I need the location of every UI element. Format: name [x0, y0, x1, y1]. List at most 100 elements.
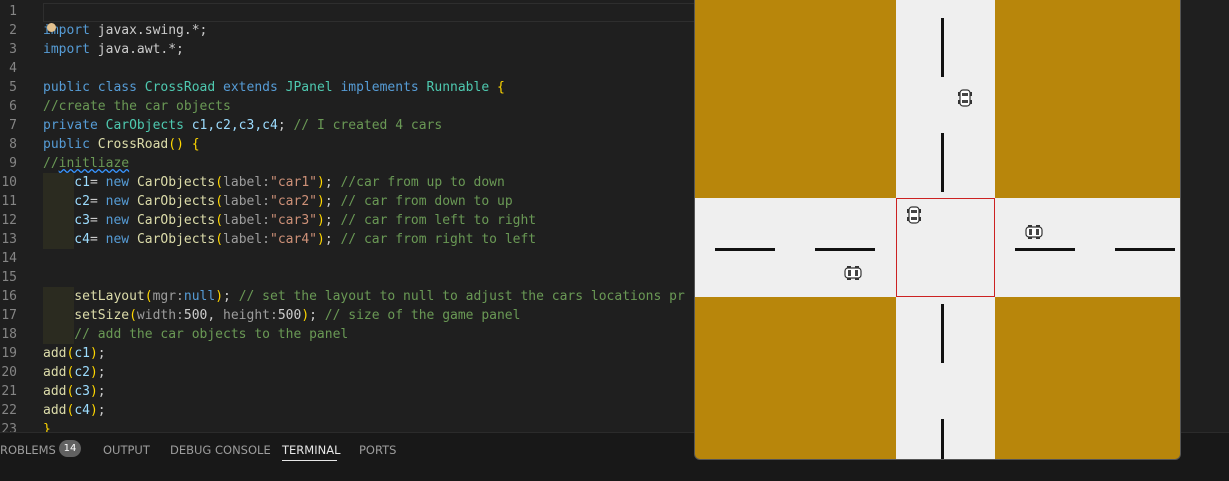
code-token: ) [89, 403, 98, 418]
line-number: 10 [1, 175, 17, 190]
code-token: = [89, 232, 106, 247]
code-token: //car from up to down [340, 175, 505, 190]
code-token: c4 [74, 403, 90, 418]
code-token: c4 [43, 232, 90, 247]
code-token: public [43, 137, 98, 152]
code-token: 500 [183, 308, 208, 323]
line-number: 16 [1, 289, 17, 304]
code-token: import [43, 42, 90, 57]
code-token: add [43, 365, 67, 380]
code-token: // set the layout to null to adjust the … [238, 289, 685, 304]
code-token: // I created 4 cars [293, 118, 443, 133]
code-text: add(c1); [43, 344, 106, 363]
car-icon [907, 206, 921, 224]
lane-dash [815, 248, 875, 251]
line-number: 1 [9, 4, 17, 19]
code-token: //create the car objects [43, 99, 231, 114]
code-token: c3 [74, 384, 90, 399]
line-number: 13 [1, 232, 17, 247]
code-token: CrossRoad [144, 80, 224, 95]
code-token: , [207, 308, 224, 323]
code-token: ; [97, 384, 106, 399]
code-token: ) [89, 365, 98, 380]
code-token: label: [223, 232, 271, 247]
lightbulb-icon[interactable] [47, 23, 56, 32]
line-number: 20 [1, 365, 17, 380]
code-token: // add the car objects to the panel [43, 327, 349, 342]
code-token: "car1" [270, 175, 317, 190]
code-text: import javax.swing.*; [43, 21, 207, 40]
code-token: CarObjects [136, 194, 216, 209]
code-token: ) [316, 232, 325, 247]
code-token: 500 [277, 308, 302, 323]
code-token: ; [97, 346, 106, 361]
code-token: c1 [74, 346, 90, 361]
code-token: c1 [43, 175, 90, 190]
lane-dash [941, 419, 944, 459]
code-token: private [43, 118, 106, 133]
code-token: ) [316, 175, 325, 190]
lane-dash [1115, 248, 1175, 251]
line-number: 15 [1, 270, 17, 285]
lane-dash [715, 248, 775, 251]
tab-ports[interactable]: PORTS [359, 443, 396, 457]
code-token: c3 [43, 213, 90, 228]
code-token: null [183, 289, 216, 304]
code-token: ; [324, 232, 341, 247]
code-token: ; [309, 308, 325, 323]
code-token: = [89, 194, 106, 209]
line-number: 22 [1, 403, 17, 418]
code-token: // car from left to right [340, 213, 537, 228]
code-token: = [89, 175, 106, 190]
code-token: ( [144, 289, 153, 304]
code-text: c3= new CarObjects(label:"car3"); // car… [43, 211, 536, 230]
code-token: new [105, 232, 137, 247]
code-token: ; [97, 365, 106, 380]
code-token: ; [324, 213, 341, 228]
line-number: 2 [9, 23, 17, 38]
code-token: ) [301, 308, 310, 323]
code-token: new [105, 213, 137, 228]
code-token: "car4" [270, 232, 317, 247]
code-text: setLayout(mgr:null); // set the layout t… [43, 287, 685, 306]
problems-count-badge: 14 [59, 440, 81, 457]
lane-dash [1015, 248, 1075, 251]
code-token: { [497, 80, 505, 95]
game-window[interactable] [694, 0, 1181, 460]
line-number: 9 [9, 156, 17, 171]
code-token: c2 [43, 194, 90, 209]
code-token: javax.swing.*; [89, 23, 208, 38]
code-token: CarObjects [136, 175, 216, 190]
code-token: add [43, 346, 67, 361]
tab-problems[interactable]: ROBLEMS [0, 443, 56, 457]
code-text: c1= new CarObjects(label:"car1"); //car … [43, 173, 505, 192]
code-text: add(c3); [43, 382, 106, 401]
code-token: ( [215, 213, 224, 228]
car-icon [844, 266, 862, 280]
code-token: CarObjects [136, 232, 216, 247]
lane-dash [941, 304, 944, 363]
code-text: c4= new CarObjects(label:"car4"); // car… [43, 230, 536, 249]
code-token: new [105, 194, 137, 209]
code-text: private CarObjects c1,c2,c3,c4; // I cre… [43, 116, 442, 135]
code-token: ; [97, 403, 106, 418]
tab-terminal[interactable]: TERMINAL [282, 443, 340, 457]
code-token: "car3" [270, 213, 317, 228]
code-token: ) [316, 213, 325, 228]
tab-debug-console[interactable]: DEBUG CONSOLE [170, 443, 271, 457]
code-token: () [168, 137, 192, 152]
code-token: CarObjects [136, 213, 216, 228]
code-token: setSize [43, 308, 130, 323]
code-token: CrossRoad [97, 137, 169, 152]
code-token: label: [223, 213, 271, 228]
code-token: add [43, 384, 67, 399]
code-token: // car from down to up [340, 194, 513, 209]
code-text: setSize(width:500, height:500); // size … [43, 306, 520, 325]
code-text: public CrossRoad() { [43, 135, 200, 154]
code-token: ; [324, 175, 341, 190]
code-token: java.awt.*; [89, 42, 184, 57]
line-number: 18 [1, 327, 17, 342]
code-token: c2 [74, 365, 90, 380]
code-token: add [43, 403, 67, 418]
tab-output[interactable]: OUTPUT [103, 443, 150, 457]
